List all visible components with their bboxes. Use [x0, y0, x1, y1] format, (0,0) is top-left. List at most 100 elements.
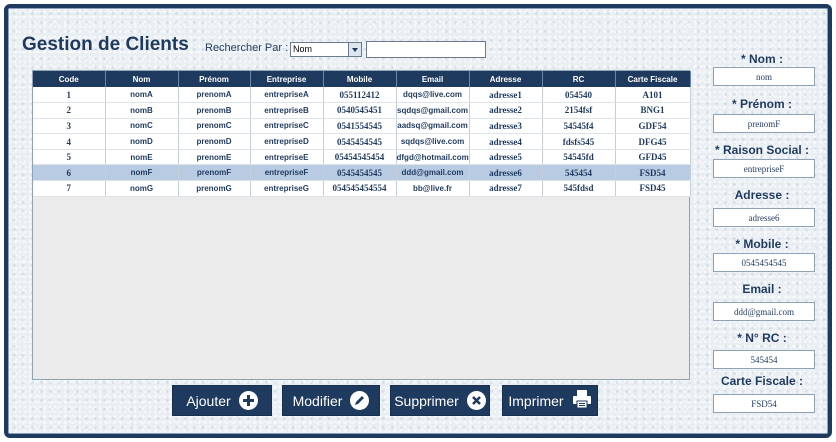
table-cell: adresse6	[469, 164, 543, 182]
table-cell: nomA	[105, 87, 179, 104]
column-header[interactable]: RC	[542, 71, 616, 87]
printer-icon	[572, 389, 592, 412]
search-by-label: Rechercher Par :	[205, 42, 289, 54]
table-cell: 05454545454	[323, 149, 397, 166]
rc-field[interactable]: 545454	[713, 350, 815, 369]
table-cell: dfgd@hotmail.com	[396, 149, 470, 166]
ajouter-button[interactable]: Ajouter	[172, 385, 272, 416]
supprimer-button[interactable]: Supprimer	[390, 385, 490, 416]
table-cell: entrepriseC	[250, 118, 324, 135]
table-cell: prenomD	[178, 133, 251, 150]
table-cell: entrepriseF	[250, 164, 324, 182]
table-cell: 055112412	[323, 87, 397, 104]
table-cell: BNG1	[615, 102, 691, 119]
table-cell: adresse1	[469, 87, 543, 104]
table-cell: aadsq@gmail.com	[396, 118, 470, 135]
table-cell: nomC	[105, 118, 179, 135]
mobile-field[interactable]: 0545454545	[713, 253, 815, 272]
prenom-label: * Prénom :	[731, 97, 792, 111]
table-cell: 054545454554	[323, 180, 397, 197]
table-cell: prenomF	[178, 164, 251, 182]
email-field[interactable]: ddd@gmail.com	[713, 302, 815, 321]
table-cell: 054540	[542, 87, 616, 104]
table-row[interactable]: 5 nomE prenomE entrepriseE 05454545454 dfgd@h…	[33, 149, 691, 166]
table-cell: DFG45	[615, 133, 691, 150]
table-cell: entrepriseA	[250, 87, 324, 104]
table-cell: 0545454545	[323, 133, 397, 150]
column-header[interactable]: Email	[396, 71, 470, 87]
table-cell: sqdqs@gmail.com	[396, 102, 470, 119]
table-cell: entrepriseE	[250, 149, 324, 166]
email-label: Email :	[742, 282, 782, 296]
table-row[interactable]: 2 nomB prenomB entrepriseB 0540545451 sqdqs@g…	[33, 102, 691, 119]
table-cell: nomG	[105, 180, 179, 197]
raison-social-field[interactable]: entrepriseF	[713, 159, 815, 178]
nom-label: * Nom :	[741, 52, 783, 66]
column-header[interactable]: Nom	[105, 71, 179, 87]
ajouter-button-label: Ajouter	[186, 392, 231, 409]
page-title: Gestion de Clients	[22, 34, 189, 55]
table-cell: fdsfs545	[542, 133, 616, 150]
table-cell: sqdqs@live.com	[396, 133, 470, 150]
table-cell: 6	[33, 164, 106, 182]
pencil-icon	[350, 391, 370, 410]
clients-table: Code Nom Prénom Entreprise Mobile Email Adress…	[33, 71, 691, 197]
adresse-label: Adresse :	[734, 188, 790, 202]
table-cell: 0541554545	[323, 118, 397, 135]
table-cell: prenomG	[178, 180, 251, 197]
table-row[interactable]: 6 nomF prenomF entrepriseF 0545454545 ddd@gma…	[33, 164, 691, 182]
table-cell: entrepriseB	[250, 102, 324, 119]
table-row[interactable]: 1 nomA prenomA entrepriseA 055112412 dqqs@liv…	[33, 87, 691, 104]
table-cell: 0540545451	[323, 102, 397, 119]
search-input[interactable]	[366, 41, 486, 58]
column-header[interactable]: Entreprise	[250, 71, 324, 87]
table-row[interactable]: 7 nomG prenomG entrepriseG 054545454554 bb@li…	[33, 180, 691, 197]
table-cell: FSD45	[615, 180, 691, 197]
prenom-field[interactable]: prenomF	[713, 114, 815, 133]
raison-social-label: * Raison Social :	[714, 143, 810, 157]
modifier-button[interactable]: Modifier	[282, 385, 380, 416]
table-cell: 545fdsd	[542, 180, 616, 197]
table-cell: prenomC	[178, 118, 251, 135]
table-cell: adresse5	[469, 149, 543, 166]
column-header[interactable]: Adresse	[469, 71, 543, 87]
carte-fiscale-field[interactable]: FSD54	[713, 394, 815, 413]
table-cell: 54545f4	[542, 118, 616, 135]
table-cell: 2	[33, 102, 106, 119]
column-header[interactable]: Mobile	[323, 71, 397, 87]
table-cell: entrepriseD	[250, 133, 324, 150]
table-cell: nomD	[105, 133, 179, 150]
table-cell: prenomB	[178, 102, 251, 119]
table-cell: 4	[33, 133, 106, 150]
adresse-field[interactable]: adresse6	[713, 208, 815, 227]
table-cell: prenomA	[178, 87, 251, 104]
table-cell: adresse4	[469, 133, 543, 150]
window-frame: Gestion de Clients Rechercher Par : Nom …	[4, 4, 832, 438]
column-header[interactable]: Code	[33, 71, 106, 87]
column-header[interactable]: Carte Fiscale	[615, 71, 691, 87]
mobile-label: * Mobile :	[735, 237, 789, 251]
table-cell: 3	[33, 118, 106, 135]
table-cell: 1	[33, 87, 106, 104]
modifier-button-label: Modifier	[292, 392, 343, 409]
clients-grid[interactable]: Code Nom Prénom Entreprise Mobile Email Adress…	[32, 70, 691, 380]
table-cell: dqqs@live.com	[396, 87, 470, 104]
table-cell: adresse2	[469, 102, 543, 119]
search-by-select[interactable]: Nom	[290, 42, 362, 57]
imprimer-button[interactable]: Imprimer	[502, 385, 598, 416]
table-cell: 0545454545	[323, 164, 397, 182]
table-cell: FSD54	[615, 164, 691, 182]
table-row[interactable]: 4 nomD prenomD entrepriseD 0545454545 sqdqs@l…	[33, 133, 691, 150]
chevron-down-icon[interactable]	[348, 43, 361, 56]
plus-icon	[238, 391, 258, 410]
nom-field[interactable]: nom	[713, 67, 815, 86]
search-by-value: Nom	[293, 44, 313, 54]
table-cell: ddd@gmail.com	[396, 164, 470, 182]
column-header[interactable]: Prénom	[178, 71, 251, 87]
table-cell: nomE	[105, 149, 179, 166]
imprimer-button-label: Imprimer	[508, 392, 564, 409]
table-cell: entrepriseG	[250, 180, 324, 197]
table-cell: GDF54	[615, 118, 691, 135]
table-row[interactable]: 3 nomC prenomC entrepriseC 0541554545 aadsq@g…	[33, 118, 691, 135]
table-cell: adresse7	[469, 180, 543, 197]
